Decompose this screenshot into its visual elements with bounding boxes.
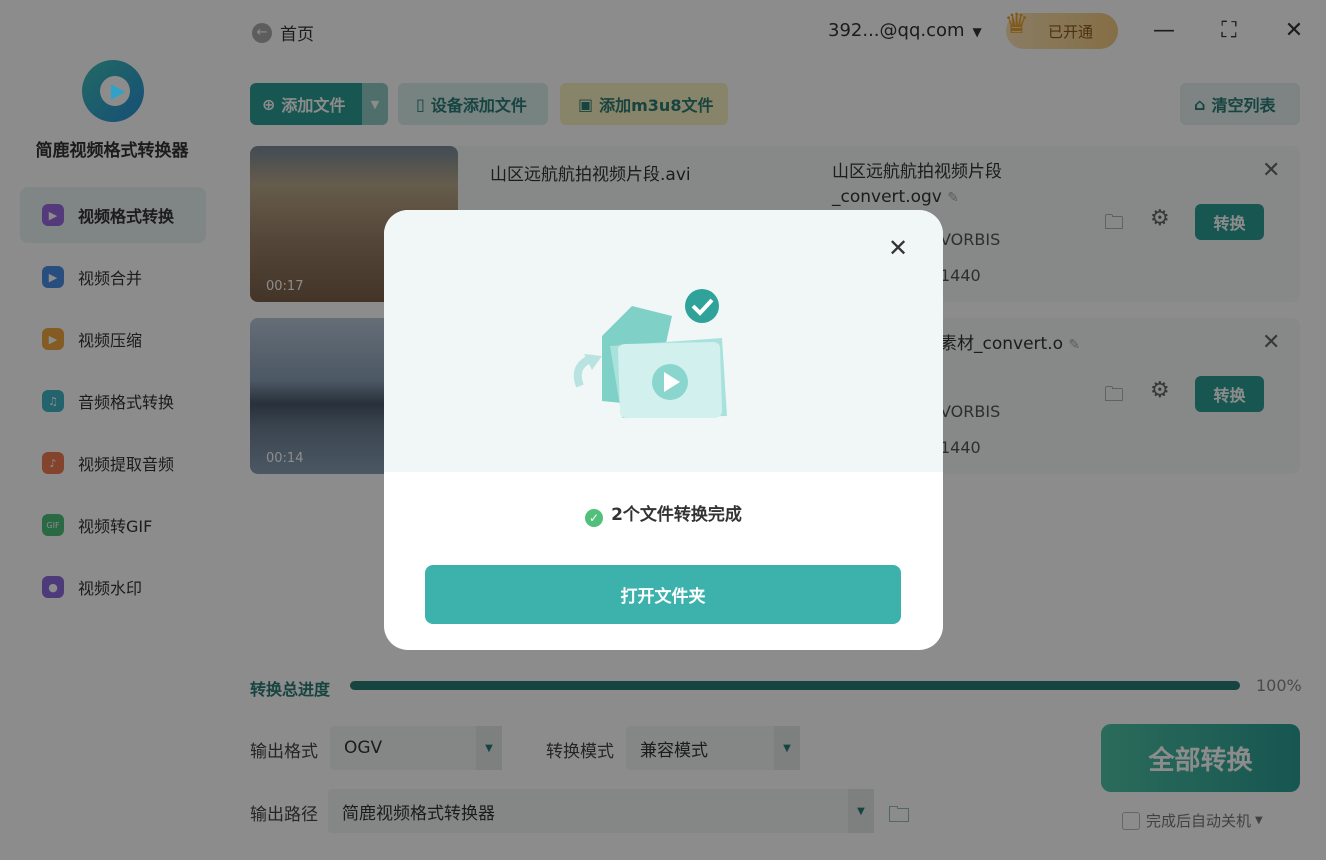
folder-video-illustration (573, 289, 727, 418)
conversion-complete-dialog: ✕ ✓ 2个文件转换完成 打开文件夹 (384, 210, 943, 650)
check-circle-icon: ✓ (585, 509, 604, 527)
completion-text: 2个文件转换完成 (611, 505, 742, 525)
dialog-illustration-area: ✕ (384, 210, 943, 472)
open-folder-button[interactable]: 打开文件夹 (425, 565, 901, 624)
close-icon[interactable]: ✕ (888, 234, 908, 262)
completion-message: ✓ 2个文件转换完成 (384, 500, 943, 527)
